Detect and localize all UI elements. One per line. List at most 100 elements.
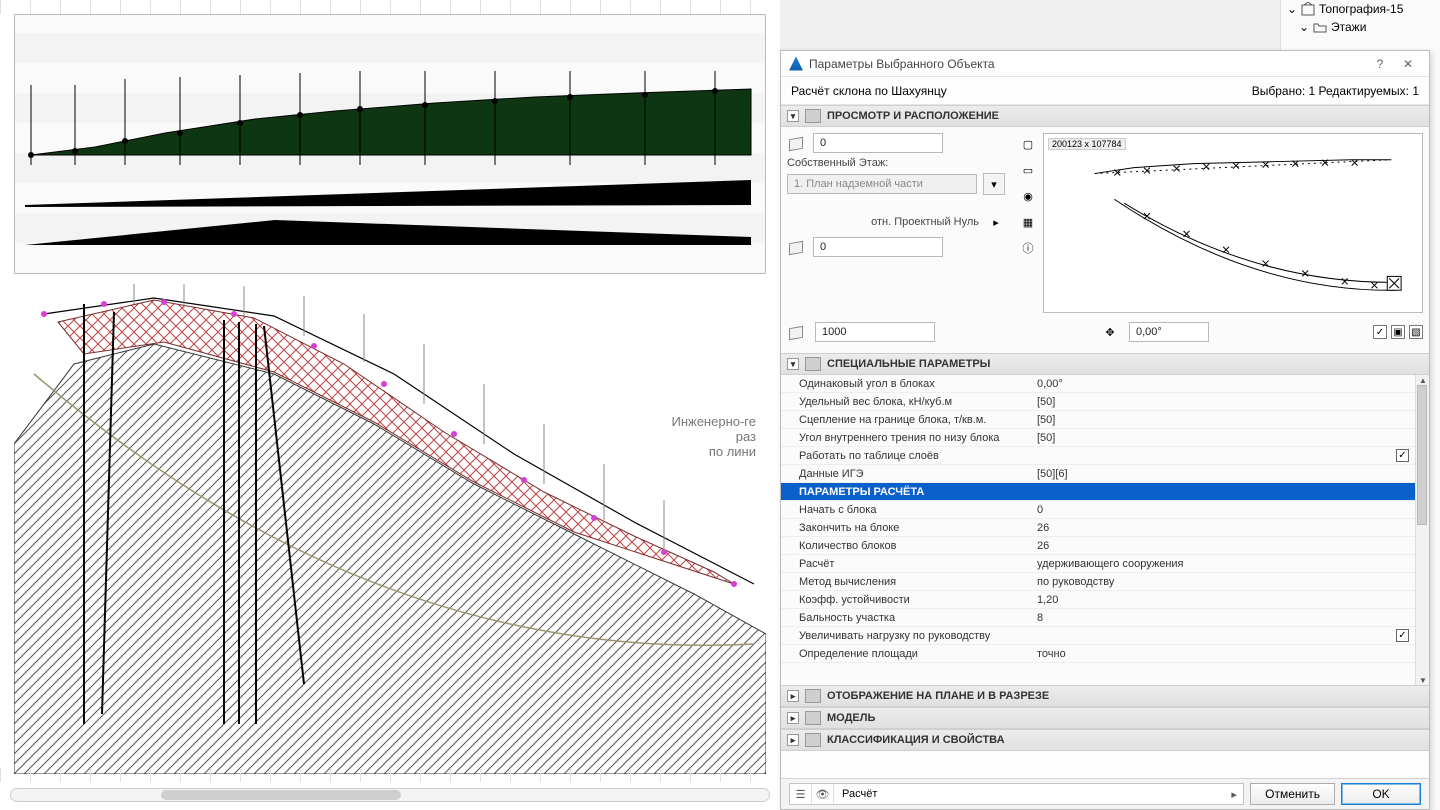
ok-button[interactable]: OK — [1341, 783, 1421, 805]
param-checkbox[interactable] — [1396, 629, 1409, 642]
param-value[interactable]: удерживающего сооружения — [1037, 558, 1385, 570]
layer-selector[interactable]: ☰ 👁 Расчёт ▸ — [789, 783, 1244, 805]
disclosure-toggle-icon[interactable]: ▸ — [787, 734, 799, 746]
param-row[interactable]: Количество блоков26 — [781, 537, 1415, 555]
toggle-b[interactable]: ▣ — [1391, 325, 1405, 339]
annot-line3: по лини — [671, 444, 756, 459]
param-checkbox[interactable] — [1396, 449, 1409, 462]
own-story-select[interactable] — [787, 174, 977, 194]
disclosure-toggle-icon[interactable]: ▸ — [787, 690, 799, 702]
dialog-titlebar[interactable]: Параметры Выбранного Объекта ? ✕ — [781, 51, 1429, 77]
section-view-upper[interactable] — [14, 14, 766, 274]
param-name: Угол внутреннего трения по низу блока — [799, 432, 1037, 444]
section-header-special[interactable]: ▾ СПЕЦИАЛЬНЫЕ ПАРАМЕТРЫ — [781, 353, 1429, 375]
scale-input[interactable] — [815, 322, 935, 342]
annot-line2: раз — [671, 429, 756, 444]
section-header-model[interactable]: ▸ МОДЕЛЬ — [781, 707, 1429, 729]
annot-line1: Инженерно-ге — [671, 414, 756, 429]
param-scrollbar-thumb[interactable] — [1417, 385, 1427, 525]
nav-label-stories: Этажи — [1331, 20, 1366, 34]
param-row[interactable]: Удельный вес блока, кН/куб.м[50] — [781, 393, 1415, 411]
section-body-preview: Собственный Этаж: ▾ отн. Проектный Нуль … — [781, 127, 1429, 353]
param-row[interactable]: Угол внутреннего трения по низу блока[50… — [781, 429, 1415, 447]
preview-dimensions: 200123 x 107784 — [1048, 138, 1126, 150]
param-value[interactable]: [50] — [1037, 396, 1385, 408]
param-row[interactable]: Коэфф. устойчивости1,20 — [781, 591, 1415, 609]
param-value[interactable]: 0,00° — [1037, 378, 1385, 390]
param-row[interactable]: Данные ИГЭ[50][6] — [781, 465, 1415, 483]
dialog-bottom-bar: ☰ 👁 Расчёт ▸ Отменить OK — [781, 778, 1429, 809]
param-value[interactable]: точно — [1037, 648, 1385, 660]
view-2d-icon[interactable]: ▢ — [1017, 133, 1039, 155]
nav-node-stories[interactable]: ⌄ Этажи — [1281, 18, 1440, 36]
param-value[interactable]: [50][6] — [1037, 468, 1385, 480]
cancel-button[interactable]: Отменить — [1250, 783, 1335, 805]
own-story-label: Собственный Этаж: — [787, 157, 888, 169]
param-row[interactable]: Одинаковый угол в блоках0,00° — [781, 375, 1415, 393]
param-name: Одинаковый угол в блоках — [799, 378, 1037, 390]
close-button[interactable]: ✕ — [1395, 55, 1421, 73]
section-icon — [805, 109, 821, 123]
param-value[interactable]: 26 — [1037, 522, 1385, 534]
param-row[interactable]: Расчётудерживающего сооружения — [781, 555, 1415, 573]
param-value[interactable]: [50] — [1037, 432, 1385, 444]
preview-pane[interactable]: 200123 x 107784 — [1043, 133, 1423, 313]
geology-view[interactable]: Инженерно-ге раз по лини — [14, 284, 766, 774]
disclosure-toggle-icon[interactable]: ▾ — [787, 358, 799, 370]
view-render-icon[interactable]: ▦ — [1017, 211, 1039, 233]
scroll-down-icon[interactable]: ▼ — [1418, 675, 1428, 685]
slope-section-svg — [15, 15, 767, 275]
param-value[interactable]: по руководству — [1037, 576, 1385, 588]
param-value[interactable]: 1,20 — [1037, 594, 1385, 606]
param-value[interactable]: 0 — [1037, 504, 1385, 516]
dialog-subheader: Расчёт склона по Шахуянцу Выбрано: 1 Ред… — [781, 77, 1429, 105]
nav-node-topography[interactable]: ⌄ Топография-15 — [1281, 0, 1440, 18]
param-row[interactable]: Метод вычисленияпо руководству — [781, 573, 1415, 591]
param-row[interactable]: Закончить на блоке26 — [781, 519, 1415, 537]
disclosure-toggle-icon[interactable]: ▾ — [787, 110, 799, 122]
section-header-preview[interactable]: ▾ ПРОСМОТР И РАСПОЛОЖЕНИЕ — [781, 105, 1429, 127]
help-button[interactable]: ? — [1367, 55, 1393, 73]
section-body-special: Одинаковый угол в блоках0,00°Удельный ве… — [781, 375, 1429, 685]
param-row[interactable]: Бальность участка8 — [781, 609, 1415, 627]
disclosure-toggle-icon[interactable]: ▸ — [787, 712, 799, 724]
toggle-a[interactable] — [1373, 325, 1387, 339]
view-elev-icon[interactable]: ▭ — [1017, 159, 1039, 181]
dropdown-arrow-icon[interactable]: ▾ — [983, 173, 1005, 195]
layer-name: Расчёт — [834, 788, 1225, 800]
elevation-bottom-input[interactable] — [813, 237, 943, 257]
param-row[interactable]: Работать по таблице слоёв — [781, 447, 1415, 465]
scroll-up-icon[interactable]: ▲ — [1418, 375, 1428, 385]
section-title-display: ОТОБРАЖЕНИЕ НА ПЛАНЕ И В РАЗРЕЗЕ — [827, 690, 1049, 702]
chevron-right-icon[interactable]: ▸ — [1225, 788, 1243, 801]
toggle-c[interactable]: ▧ — [1409, 325, 1423, 339]
selection-status: Выбрано: 1 Редактируемых: 1 — [1252, 84, 1419, 98]
param-value[interactable]: 8 — [1037, 612, 1385, 624]
info-icon[interactable]: ⓘ — [1017, 237, 1039, 259]
drawing-canvas[interactable]: Инженерно-ге раз по лини — [0, 0, 780, 810]
param-value[interactable]: [50] — [1037, 414, 1385, 426]
param-row[interactable]: Сцепление на границе блока, т/кв.м.[50] — [781, 411, 1415, 429]
param-row[interactable]: Определение площадиточно — [781, 645, 1415, 663]
param-value[interactable]: 26 — [1037, 540, 1385, 552]
chevron-right-icon[interactable]: ▸ — [985, 211, 1007, 233]
elevation-top-input[interactable] — [813, 133, 943, 153]
angle-input[interactable] — [1129, 322, 1209, 342]
param-row[interactable]: Начать с блока0 — [781, 501, 1415, 519]
view-3d-icon[interactable]: ◉ — [1017, 185, 1039, 207]
folder-icon — [1313, 20, 1327, 34]
section-title-preview: ПРОСМОТР И РАСПОЛОЖЕНИЕ — [827, 110, 999, 122]
horizontal-ruler-top — [0, 0, 780, 14]
param-vertical-scrollbar[interactable]: ▲ ▼ — [1415, 375, 1429, 685]
section-header-display[interactable]: ▸ ОТОБРАЖЕНИЕ НА ПЛАНЕ И В РАЗРЕЗЕ — [781, 685, 1429, 707]
layer-stack-icon: ☰ — [790, 784, 812, 804]
param-row[interactable]: Увеличивать нагрузку по руководству — [781, 627, 1415, 645]
section-icon — [805, 733, 821, 747]
horizontal-scrollbar-thumb[interactable] — [161, 790, 401, 800]
param-name: Сцепление на границе блока, т/кв.м. — [799, 414, 1037, 426]
section-icon — [805, 689, 821, 703]
section-title-special: СПЕЦИАЛЬНЫЕ ПАРАМЕТРЫ — [827, 358, 990, 370]
parameter-list[interactable]: Одинаковый угол в блоках0,00°Удельный ве… — [781, 375, 1415, 685]
section-header-classification[interactable]: ▸ КЛАССИФИКАЦИЯ И СВОЙСТВА — [781, 729, 1429, 751]
horizontal-scrollbar[interactable] — [10, 788, 770, 802]
